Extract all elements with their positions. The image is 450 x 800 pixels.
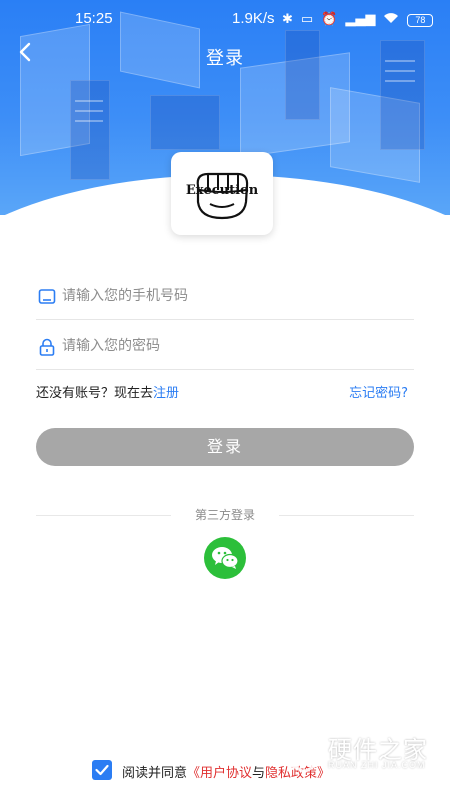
user-agreement-link[interactable]: 《用户协议 xyxy=(187,766,252,781)
watermark-logo-icon xyxy=(284,728,324,774)
wifi-icon xyxy=(383,12,399,28)
register-link[interactable]: 注册 xyxy=(153,386,179,401)
forgot-password-link[interactable]: 忘记密码? xyxy=(349,382,408,401)
status-bar: 15:25 1.9K/s ✱ ▭ ⏰ ▂▄▆ 78 xyxy=(0,0,450,38)
status-time: 15:25 xyxy=(75,10,113,27)
lock-icon xyxy=(39,338,55,356)
bluetooth-icon: ✱ xyxy=(282,12,293,27)
phone-icon xyxy=(38,289,56,304)
watermark-subtitle: RUAN ZHI JIA.COM xyxy=(328,760,426,770)
account-links: 还没有账号？现在去注册 忘记密码? xyxy=(36,382,414,402)
watermark: 硬件之家 RUAN ZHI JIA.COM xyxy=(282,726,442,786)
vibrate-icon: ▭ xyxy=(300,12,314,27)
page-title: 登录 xyxy=(206,48,244,69)
password-input[interactable] xyxy=(62,332,402,360)
phone-field-row xyxy=(36,272,414,320)
network-speed: 1.9K/s xyxy=(232,10,275,27)
no-account-text: 还没有账号？现在去 xyxy=(36,386,154,401)
fist-logo-icon: Execution xyxy=(186,172,259,220)
wechat-icon xyxy=(212,547,239,569)
app-logo: Execution xyxy=(171,152,273,235)
wechat-login-button[interactable] xyxy=(204,537,246,579)
third-party-divider: 第三方登录 xyxy=(36,506,414,524)
building-illustration xyxy=(150,95,220,150)
password-field-row xyxy=(36,322,414,370)
third-party-label: 第三方登录 xyxy=(194,508,255,522)
phone-input[interactable] xyxy=(62,282,402,310)
agreement-conjunction: 与 xyxy=(252,766,266,781)
check-icon xyxy=(95,764,109,776)
status-icons: ✱ ▭ ⏰ ▂▄▆ 78 xyxy=(282,12,434,28)
building-illustration xyxy=(70,80,110,180)
signal-icon: ▂▄▆ xyxy=(345,12,376,27)
agreement-prefix: 阅读并同意 xyxy=(122,766,188,781)
logo-text: Execution xyxy=(186,183,259,198)
battery-icon: 78 xyxy=(407,13,434,27)
login-button[interactable]: 登录 xyxy=(36,428,414,466)
alarm-icon: ⏰ xyxy=(321,12,338,27)
agreement-checkbox[interactable] xyxy=(92,760,112,780)
register-prompt: 还没有账号？现在去注册 xyxy=(36,382,179,401)
